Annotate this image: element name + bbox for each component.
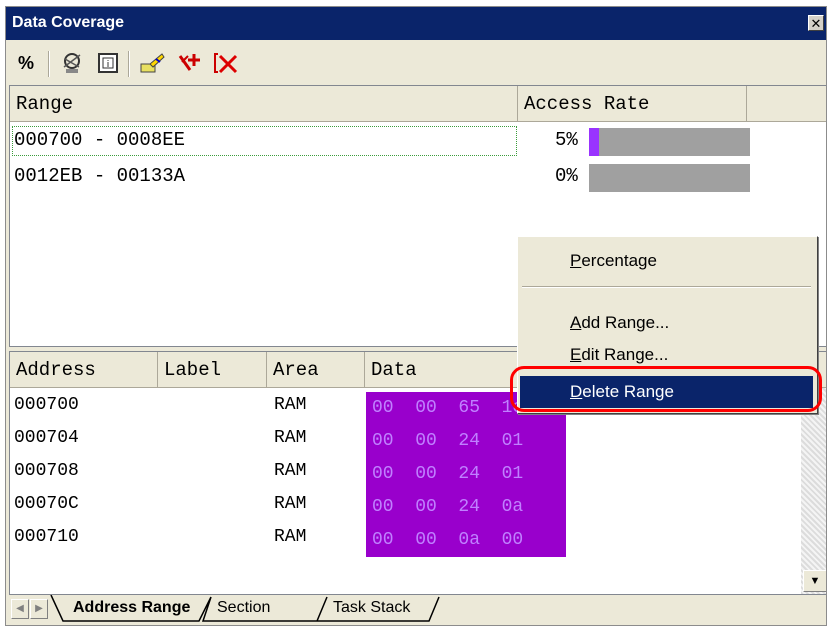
data-cell: 00 00 24 0a	[366, 491, 566, 524]
menu-item-label: dd Range...	[581, 313, 670, 332]
data-cell: 00 00 0a 00	[366, 524, 566, 557]
close-button[interactable]: ✕	[808, 15, 824, 31]
tab-address-range[interactable]: Address Range	[65, 595, 198, 621]
rate-bar	[589, 128, 750, 156]
toolbar-separator	[48, 51, 50, 77]
brush-icon[interactable]	[136, 48, 168, 78]
table-row[interactable]: 000704 RAM 00 00 24 01	[10, 425, 800, 458]
column-header-address[interactable]: Address	[10, 352, 158, 388]
rate-text: 5%	[555, 129, 578, 151]
toolbar: % i	[6, 41, 826, 85]
range-cell: 0012EB - 00133A	[14, 165, 186, 187]
area-cell: RAM	[274, 428, 307, 448]
menu-item-label: ercentage	[581, 251, 657, 270]
address-cell: 000710	[14, 527, 79, 547]
address-cell: 000704	[14, 428, 79, 448]
data-cell: 00 00 24 01	[366, 458, 566, 491]
window-title: Data Coverage	[12, 14, 125, 31]
delete-range-icon[interactable]	[210, 48, 242, 78]
scroll-down-button[interactable]: ▼	[803, 570, 826, 592]
toolbar-separator	[128, 51, 130, 77]
menu-item-label: dit Range...	[581, 345, 669, 364]
tab-scroll-left-button[interactable]: ◀	[11, 599, 29, 619]
address-cell: 000708	[14, 461, 79, 481]
tab-scroll-right-button[interactable]: ▶	[30, 599, 48, 619]
percent-label: %	[17, 52, 34, 73]
rate-bar-fill	[589, 128, 599, 156]
coverage-icon[interactable]	[56, 48, 88, 78]
rate-bar	[589, 164, 750, 192]
percent-icon[interactable]: %	[10, 48, 42, 78]
title-bar[interactable]: Data Coverage ✕	[6, 7, 826, 40]
column-header-range[interactable]: Range	[10, 86, 518, 122]
close-icon: ✕	[810, 16, 822, 31]
tab-task-stack[interactable]: Task Stack	[325, 595, 418, 621]
add-range-icon[interactable]	[174, 48, 206, 78]
area-cell: RAM	[274, 494, 307, 514]
column-header-label[interactable]: Label	[158, 352, 267, 388]
rate-text: 0%	[555, 165, 578, 187]
register-icon[interactable]: i	[92, 48, 124, 78]
range-cell: 000700 - 0008EE	[14, 129, 186, 151]
accel-key: A	[570, 313, 582, 332]
accel-key: P	[570, 251, 582, 270]
annotation-highlight	[510, 366, 822, 412]
menu-separator	[522, 286, 811, 288]
area-cell: RAM	[274, 527, 307, 547]
table-row[interactable]: 00070C RAM 00 00 24 0a	[10, 491, 800, 524]
svg-text:i: i	[107, 60, 110, 70]
address-cell: 000700	[14, 395, 79, 415]
column-header-access-rate[interactable]: Access Rate	[518, 86, 747, 122]
vertical-scrollbar[interactable]	[801, 388, 826, 594]
menu-item-add-range[interactable]: Add Range...	[520, 307, 813, 339]
table-row[interactable]: 000710 RAM 00 00 0a 00	[10, 524, 800, 557]
data-cell: 00 00 24 01	[366, 425, 566, 458]
accel-key: E	[570, 345, 582, 364]
column-header-empty	[747, 86, 826, 122]
area-cell: RAM	[274, 395, 307, 415]
address-cell: 00070C	[14, 494, 79, 514]
tab-bar: ◀ ▶ Address Range Section Task Stack	[9, 595, 826, 625]
area-cell: RAM	[274, 461, 307, 481]
column-header-area[interactable]: Area	[267, 352, 365, 388]
tab-section[interactable]: Section	[209, 595, 278, 621]
table-row[interactable]: 000708 RAM 00 00 24 01	[10, 458, 800, 491]
menu-item-percentage[interactable]: Percentage	[520, 245, 813, 277]
